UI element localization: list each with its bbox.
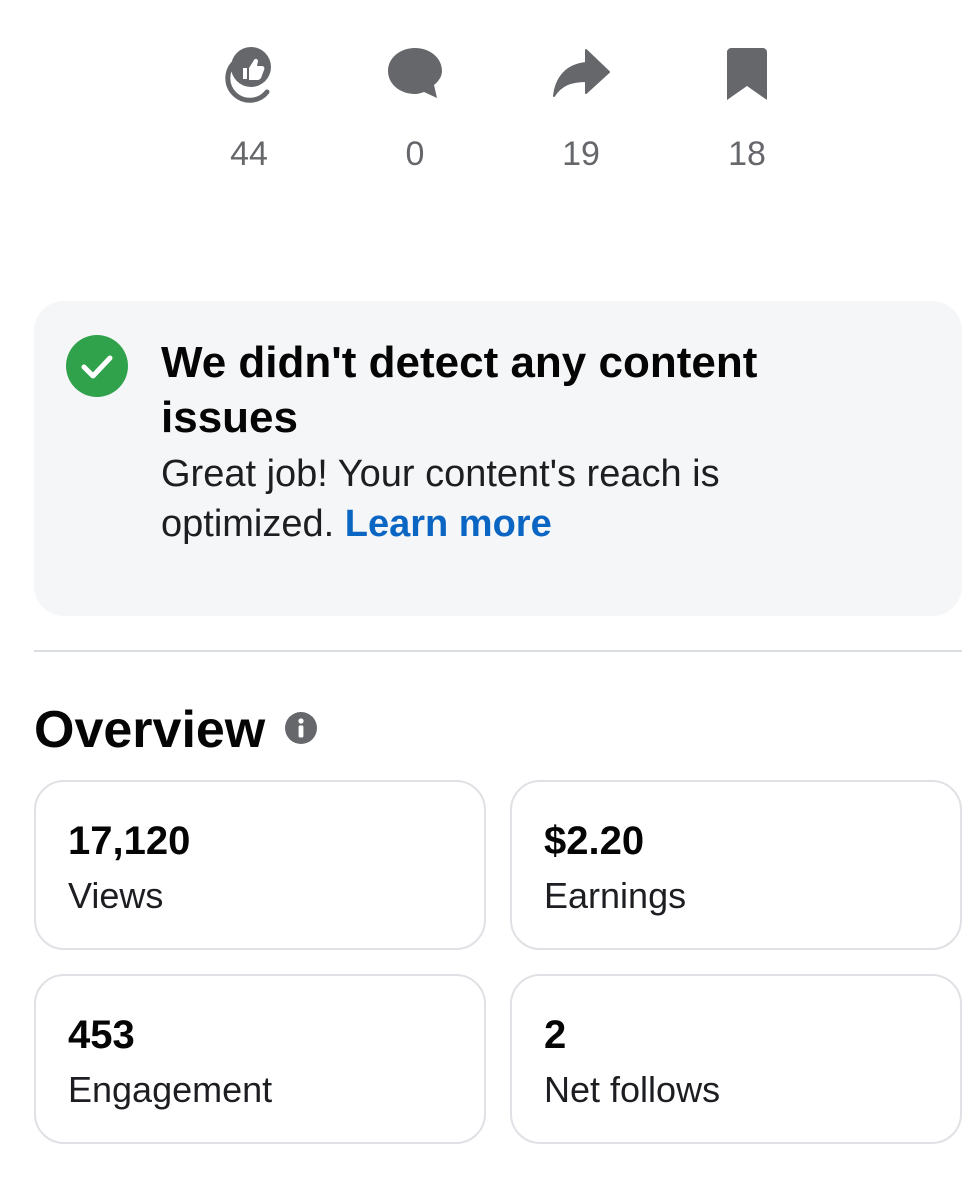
saves-stat[interactable]: 18 (687, 40, 807, 180)
net-follows-label: Net follows (544, 1069, 721, 1110)
saves-count: 18 (728, 135, 766, 173)
earnings-label: Earnings (544, 875, 687, 916)
engagement-value: 453 (68, 1013, 135, 1057)
comments-stat[interactable]: 0 (355, 40, 475, 180)
check-circle-icon (66, 335, 128, 397)
post-reaction-stats: 44 0 19 18 (0, 40, 980, 180)
earnings-card[interactable]: $2.20 Earnings (510, 780, 962, 950)
views-value: 17,120 (68, 819, 191, 863)
comment-icon (383, 40, 447, 104)
content-issues-notice: We didn't detect any content issues Grea… (34, 301, 962, 616)
engagement-card[interactable]: 453 Engagement (34, 974, 486, 1144)
earnings-value: $2.20 (544, 819, 645, 863)
reactions-stat[interactable]: 44 (189, 40, 309, 180)
views-label: Views (68, 875, 164, 916)
info-icon[interactable] (284, 711, 318, 745)
share-icon (549, 40, 613, 104)
net-follows-value: 2 (544, 1013, 567, 1057)
bookmark-icon (715, 40, 779, 104)
notice-description: Great job! Your content's reach is optim… (161, 449, 861, 549)
views-card[interactable]: 17,120 Views (34, 780, 486, 950)
like-icon (217, 40, 281, 104)
overview-title: Overview (34, 701, 266, 759)
section-divider (34, 650, 962, 652)
reactions-count: 44 (230, 135, 268, 173)
notice-title: We didn't detect any content issues (161, 338, 758, 442)
shares-stat[interactable]: 19 (521, 40, 641, 180)
engagement-label: Engagement (68, 1069, 273, 1110)
shares-count: 19 (562, 135, 600, 173)
net-follows-card[interactable]: 2 Net follows (510, 974, 962, 1144)
learn-more-link[interactable]: Learn more (345, 503, 552, 545)
comments-count: 0 (405, 135, 425, 173)
